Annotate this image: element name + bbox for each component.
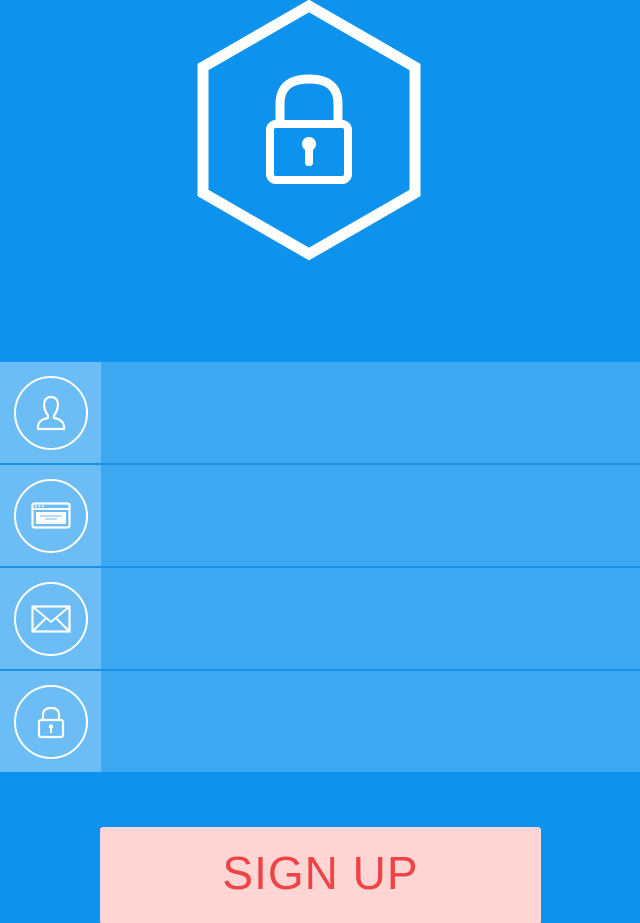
username-row (0, 362, 640, 465)
email-field[interactable] (101, 568, 640, 669)
username-field[interactable] (101, 362, 640, 463)
browser-window-icon (30, 501, 71, 529)
website-icon-cell (0, 465, 101, 566)
password-field[interactable] (101, 671, 640, 772)
website-row (0, 465, 640, 568)
signup-button[interactable]: SIGN UP (100, 827, 541, 923)
username-icon-cell (0, 362, 101, 463)
signup-form (0, 362, 640, 772)
padlock-icon-circle (13, 684, 88, 759)
user-icon-circle (13, 375, 88, 450)
envelope-icon-circle (13, 581, 88, 656)
padlock-icon (37, 706, 64, 738)
envelope-icon (30, 604, 71, 633)
hexagon-padlock-icon (197, 0, 421, 261)
email-row (0, 568, 640, 671)
password-row (0, 671, 640, 772)
email-icon-cell (0, 568, 101, 669)
website-field[interactable] (101, 465, 640, 566)
password-icon-cell (0, 671, 101, 772)
user-icon (36, 395, 65, 430)
logo (193, 0, 425, 262)
browser-icon-circle (13, 478, 88, 553)
